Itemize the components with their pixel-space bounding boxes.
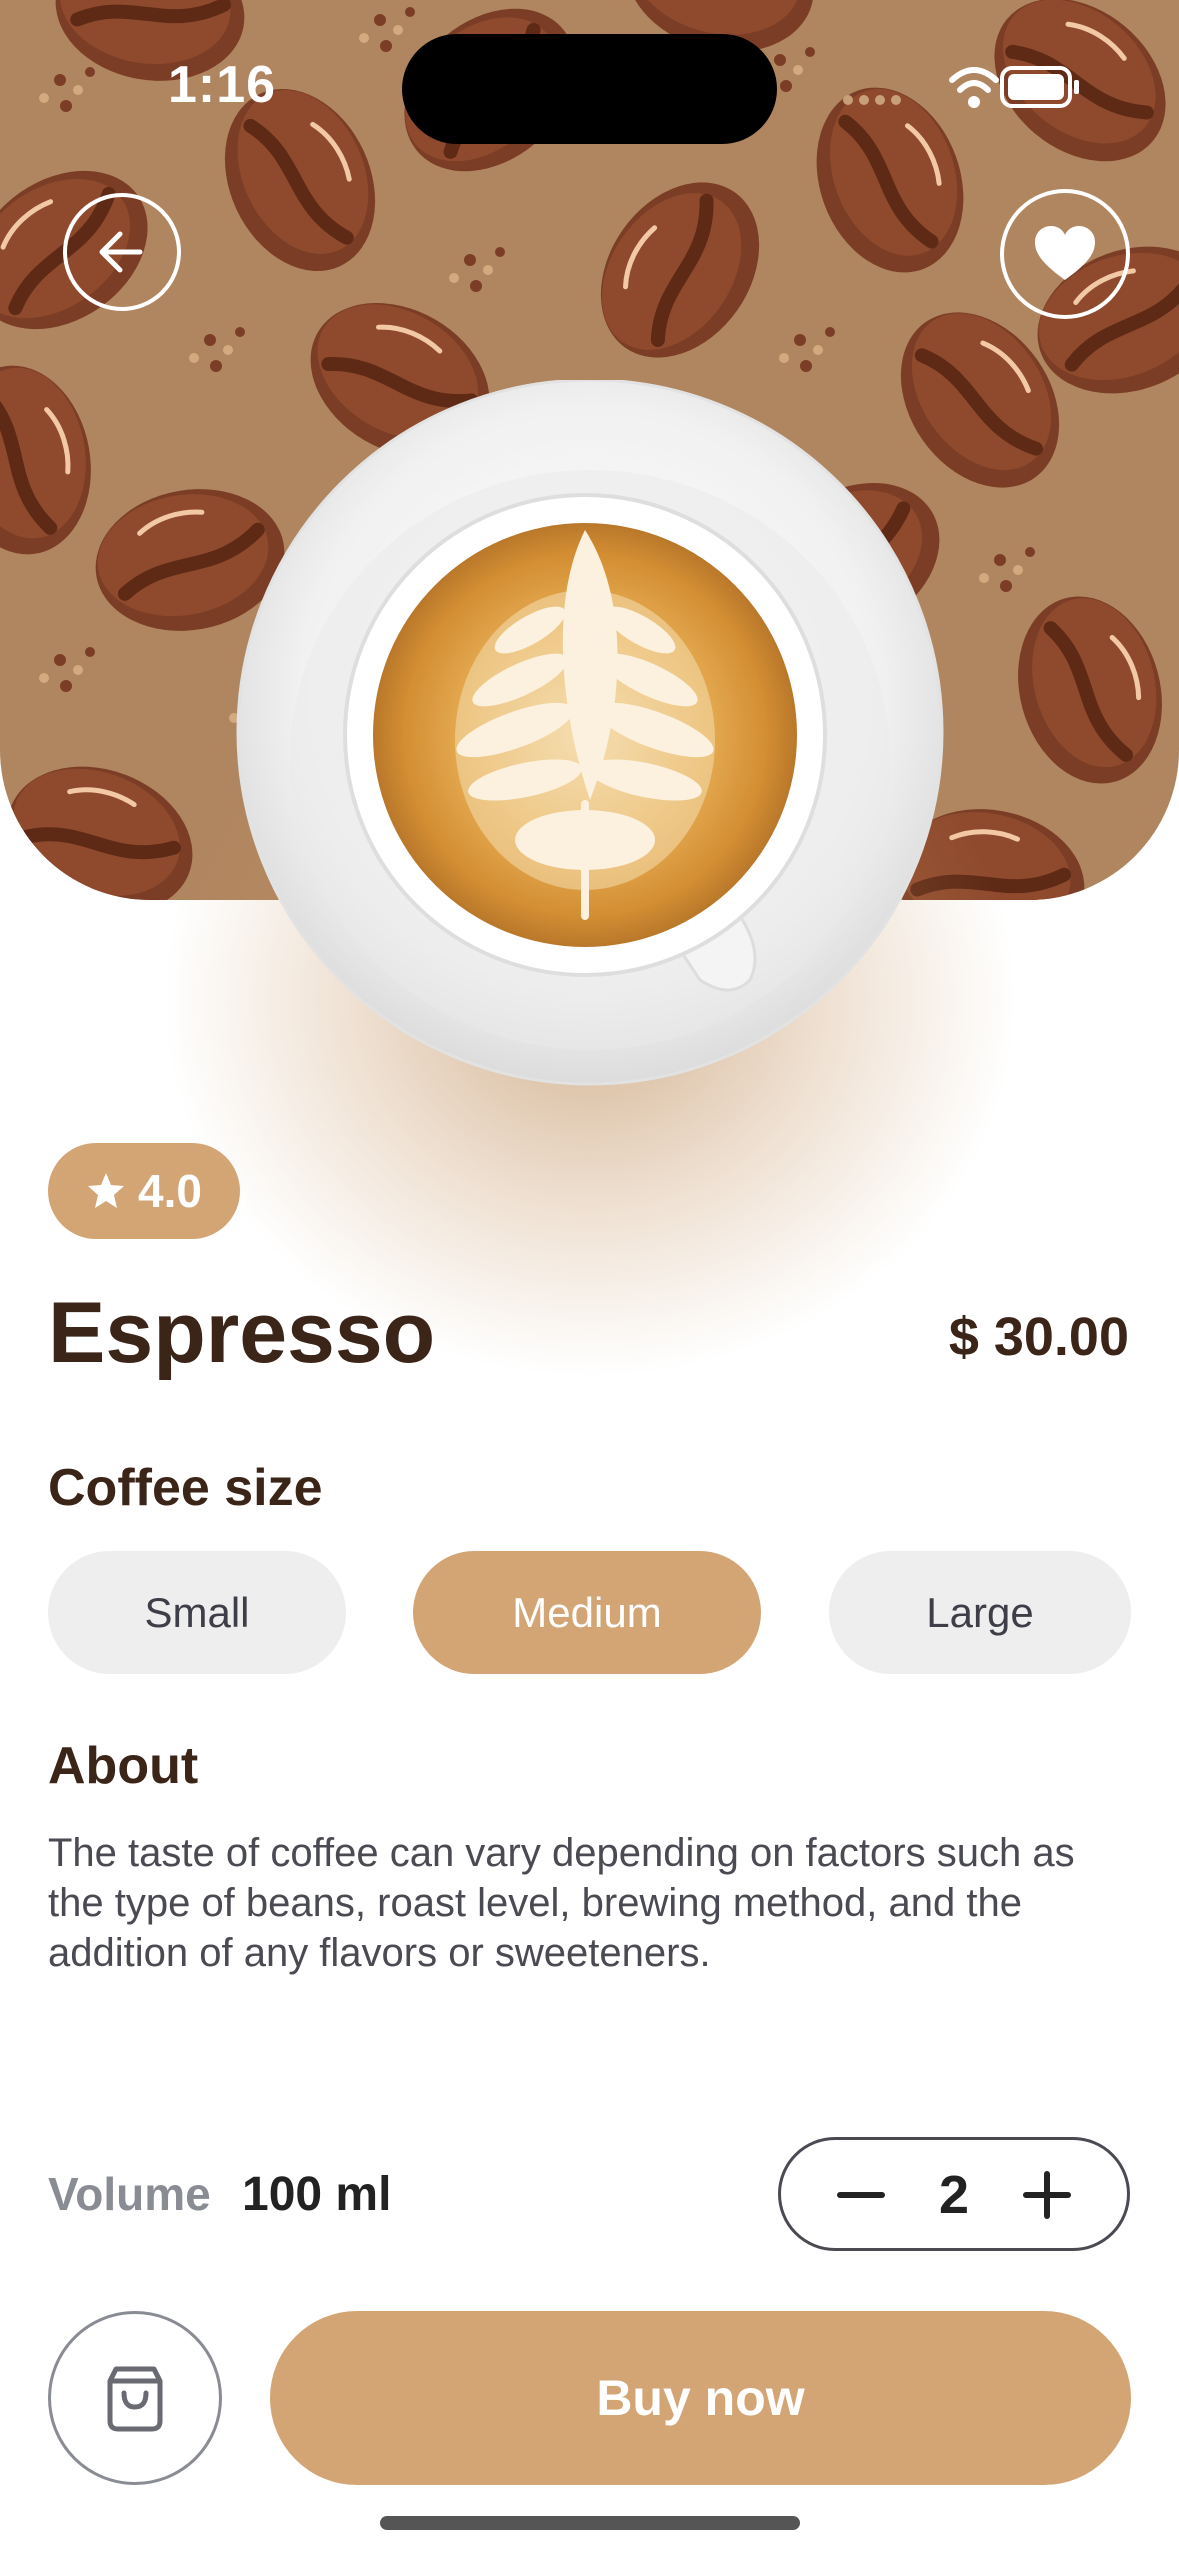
status-time: 1:16 [168, 56, 277, 114]
star-icon [88, 1173, 125, 1208]
about-description: The taste of coffee can vary depending o… [48, 1831, 1075, 1975]
arrow-left-icon [99, 231, 143, 273]
rating-value: 4.0 [138, 1165, 202, 1217]
buy-now-button[interactable]: Buy now [270, 2311, 1131, 2485]
coffee-cup-image [236, 380, 944, 1086]
size-option-label: Large [926, 1588, 1034, 1636]
shopping-bag-icon [107, 2366, 163, 2432]
size-option-label: Small [144, 1588, 250, 1636]
size-option-label: Medium [512, 1588, 662, 1636]
add-to-cart-button[interactable] [48, 2311, 222, 2485]
size-option-small[interactable]: Small [48, 1551, 346, 1674]
dynamic-island [402, 34, 777, 144]
size-option-large[interactable]: Large [829, 1551, 1131, 1674]
buy-now-label: Buy now [596, 2370, 805, 2426]
product-name: Espresso [48, 1285, 436, 1381]
signal-icon [843, 95, 901, 105]
size-option-medium[interactable]: Medium [413, 1551, 761, 1674]
battery-icon [1000, 66, 1079, 108]
plus-icon[interactable] [1017, 2168, 1077, 2222]
back-button[interactable] [63, 193, 181, 311]
home-indicator [380, 2516, 800, 2530]
volume-label: Volume [48, 2168, 211, 2220]
heart-icon [1035, 226, 1095, 280]
status-icons [843, 66, 1079, 108]
volume-value: 100 ml [242, 2168, 392, 2221]
coffee-size-heading: Coffee size [48, 1459, 323, 1517]
favorite-button[interactable] [1000, 189, 1130, 319]
product-price: $ 30.00 [948, 1307, 1129, 1367]
rating-badge: 4.0 [48, 1143, 240, 1239]
quantity-stepper: 2 [778, 2137, 1130, 2251]
wifi-icon [949, 67, 999, 108]
about-heading: About [48, 1737, 199, 1795]
